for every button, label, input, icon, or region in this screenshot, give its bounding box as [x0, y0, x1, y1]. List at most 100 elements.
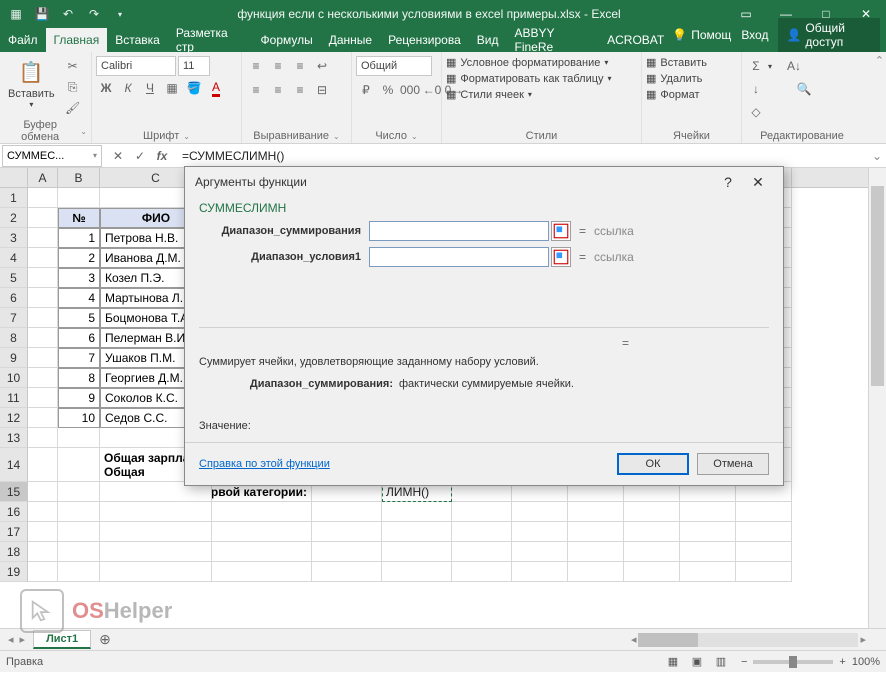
cell[interactable] [624, 562, 680, 582]
row-header[interactable]: 8 [0, 328, 28, 348]
fill-color-button[interactable]: 🪣 [184, 78, 204, 98]
cell[interactable] [100, 562, 212, 582]
cell[interactable] [58, 448, 100, 482]
cell[interactable] [28, 208, 58, 228]
cell[interactable] [100, 502, 212, 522]
dec-inc-icon[interactable]: ←0 [422, 80, 442, 100]
row-header[interactable]: 3 [0, 228, 28, 248]
align-right-icon[interactable]: ≡ [290, 80, 310, 100]
table-cell[interactable]: 9 [58, 388, 100, 408]
cell-styles-button[interactable]: ▦Стили ячеек▾ [446, 88, 532, 101]
row-header[interactable]: 16 [0, 502, 28, 522]
row-header[interactable]: 17 [0, 522, 28, 542]
percent-icon[interactable]: % [378, 80, 398, 100]
zoom-out-icon[interactable]: − [741, 656, 747, 668]
cell[interactable] [680, 502, 736, 522]
cell[interactable] [736, 562, 792, 582]
table-cell[interactable]: 5 [58, 308, 100, 328]
view-normal-icon[interactable]: ▦ [661, 653, 685, 671]
cell[interactable] [312, 522, 382, 542]
qat-dropdown-icon[interactable]: ▾ [108, 2, 132, 26]
merge-icon[interactable]: ⊟ [312, 80, 332, 100]
cell[interactable] [28, 562, 58, 582]
table-cell[interactable]: 8 [58, 368, 100, 388]
cell[interactable] [512, 562, 568, 582]
cell[interactable] [28, 542, 58, 562]
cell[interactable] [512, 522, 568, 542]
cell[interactable] [568, 522, 624, 542]
help-link[interactable]: Справка по этой функции [199, 458, 330, 470]
cell[interactable] [382, 502, 452, 522]
paste-button[interactable]: 📋 Вставить ▾ [4, 56, 59, 109]
row-header[interactable]: 19 [0, 562, 28, 582]
arg2-ref-icon[interactable] [551, 247, 571, 267]
row-header[interactable]: 14 [0, 448, 28, 482]
cell[interactable] [28, 328, 58, 348]
conditional-formatting-button[interactable]: ▦Условное форматирование▾ [446, 56, 608, 69]
cell[interactable] [28, 268, 58, 288]
col-header[interactable]: A [28, 168, 58, 187]
sheet-nav-next-icon[interactable]: ▸ [20, 633, 26, 646]
tab-acrobat[interactable]: ACROBAT [599, 28, 672, 52]
arg1-input[interactable] [369, 221, 549, 241]
cell[interactable] [212, 542, 312, 562]
row-header[interactable]: 13 [0, 428, 28, 448]
number-format-select[interactable]: Общий [356, 56, 432, 76]
align-left-icon[interactable]: ≡ [246, 80, 266, 100]
find-icon[interactable]: 🔍 [794, 79, 814, 99]
share-button[interactable]: 👤Общий доступ [778, 18, 880, 52]
cell[interactable] [736, 522, 792, 542]
cell[interactable] [28, 428, 58, 448]
row-header[interactable]: 5 [0, 268, 28, 288]
cell[interactable] [212, 502, 312, 522]
sign-in[interactable]: Вход [733, 23, 776, 47]
tab-review[interactable]: Рецензирова [380, 28, 469, 52]
undo-icon[interactable]: ↶ [56, 2, 80, 26]
cell[interactable] [28, 388, 58, 408]
cell[interactable] [212, 562, 312, 582]
font-size-select[interactable]: 11 [178, 56, 210, 76]
cell[interactable] [568, 502, 624, 522]
cell[interactable] [28, 348, 58, 368]
row-header[interactable]: 10 [0, 368, 28, 388]
cell[interactable] [382, 542, 452, 562]
cell[interactable] [58, 428, 100, 448]
row-header[interactable]: 15 [0, 482, 28, 502]
cell[interactable] [28, 448, 58, 482]
font-name-select[interactable]: Calibri [96, 56, 176, 76]
dialog-close-icon[interactable]: ✕ [743, 167, 773, 197]
comma-icon[interactable]: 000 [400, 80, 420, 100]
save-icon[interactable]: 💾 [30, 2, 54, 26]
row-header[interactable]: 9 [0, 348, 28, 368]
tab-insert[interactable]: Вставка [107, 28, 168, 52]
tab-data[interactable]: Данные [321, 28, 380, 52]
cell[interactable] [452, 502, 512, 522]
cell[interactable] [680, 542, 736, 562]
zoom-slider[interactable] [753, 660, 833, 664]
align-top-icon[interactable]: ≡ [246, 56, 266, 76]
format-cells-button[interactable]: ▦Формат [646, 88, 699, 101]
cell[interactable] [568, 562, 624, 582]
row-header[interactable]: 2 [0, 208, 28, 228]
table-cell[interactable]: 3 [58, 268, 100, 288]
cell[interactable] [382, 522, 452, 542]
cell[interactable] [624, 542, 680, 562]
table-header[interactable]: № [58, 208, 100, 228]
tab-formulas[interactable]: Формулы [253, 28, 321, 52]
row-header[interactable]: 18 [0, 542, 28, 562]
table-cell[interactable]: 1 [58, 228, 100, 248]
font-color-button[interactable]: A [206, 78, 226, 98]
cell[interactable] [212, 522, 312, 542]
row-header[interactable]: 7 [0, 308, 28, 328]
zoom-level[interactable]: 100% [852, 656, 880, 668]
arg2-input[interactable] [369, 247, 549, 267]
ok-button[interactable]: ОК [617, 453, 689, 475]
cell[interactable] [568, 542, 624, 562]
align-center-icon[interactable]: ≡ [268, 80, 288, 100]
cell[interactable] [58, 482, 100, 502]
cell[interactable] [58, 562, 100, 582]
tab-file[interactable]: Файл [0, 28, 46, 52]
tell-me[interactable]: 💡Помощ [672, 28, 731, 42]
table-cell[interactable]: 4 [58, 288, 100, 308]
format-as-table-button[interactable]: ▦Форматировать как таблицу▾ [446, 72, 612, 85]
